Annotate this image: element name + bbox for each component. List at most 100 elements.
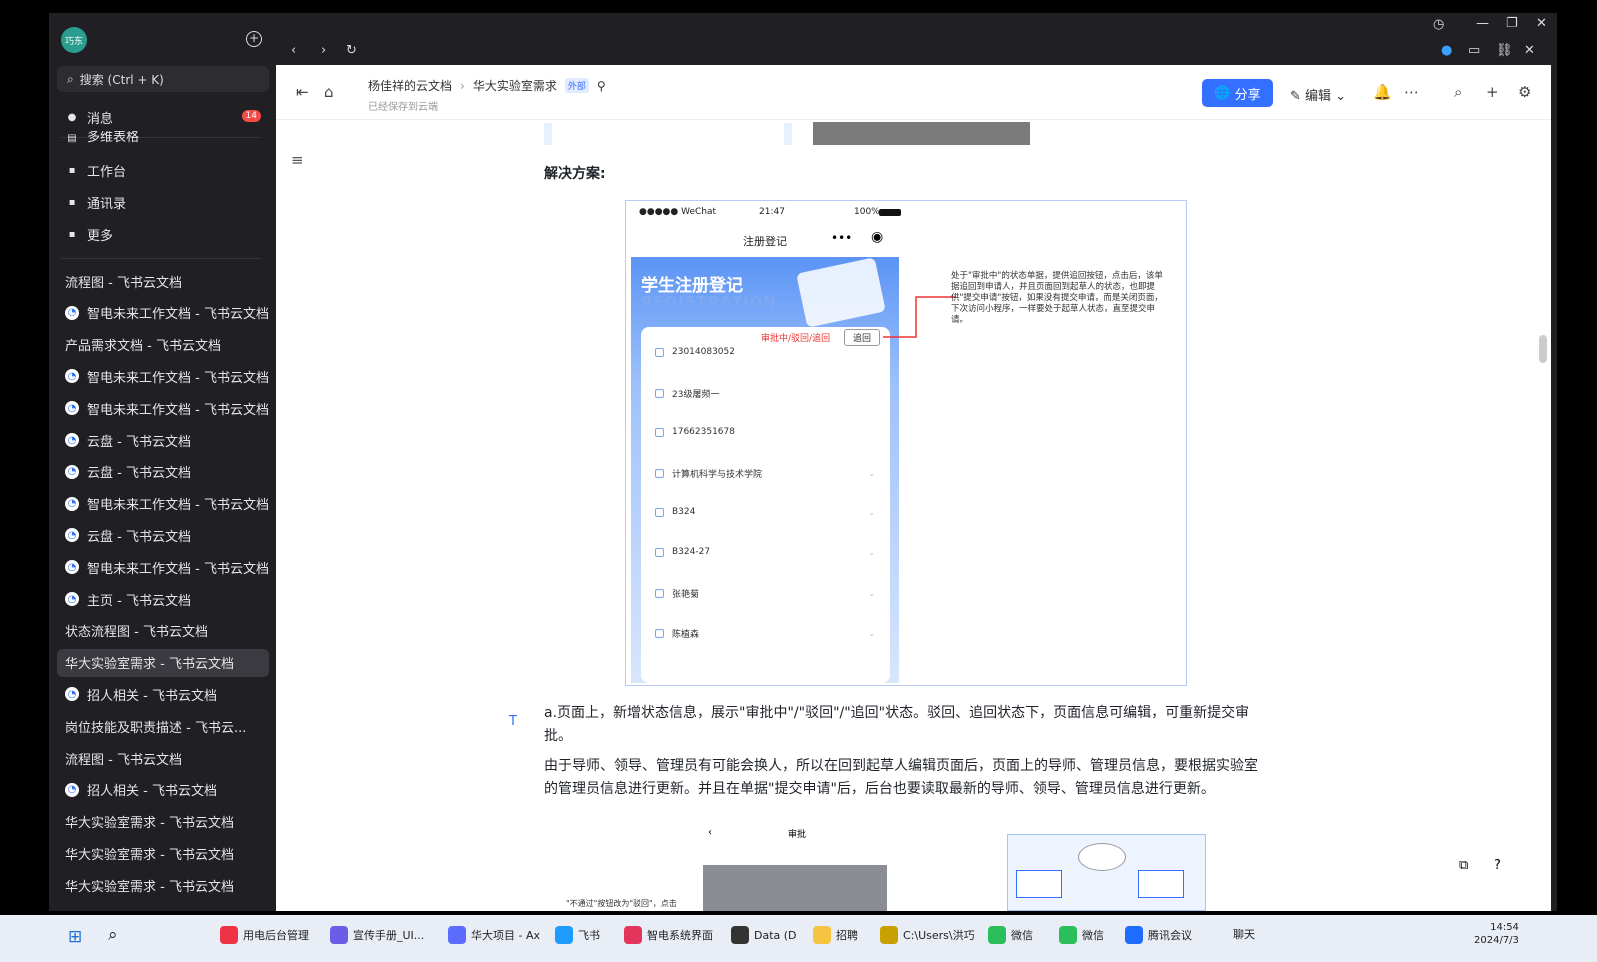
wiki-icon: ◔ — [65, 305, 79, 320]
pin-icon[interactable]: ⚲ — [597, 79, 606, 93]
taskbar-search-icon[interactable]: ⌕ — [108, 925, 118, 945]
taskbar-app[interactable]: 华大项目 - Ax — [448, 926, 540, 944]
link-icon[interactable]: ⛓ — [1496, 43, 1513, 58]
app-icon — [330, 926, 348, 944]
scrollbar[interactable] — [1539, 335, 1547, 363]
sidebar-item-doc[interactable]: ≡华大实验室需求 - 飞书云文档 — [57, 808, 269, 836]
toggle-sidebar-icon[interactable]: ⇤ — [296, 83, 309, 101]
more-icon[interactable]: ⋯ — [1404, 83, 1419, 101]
wiki-icon: ◔ — [65, 592, 79, 606]
settings-icon[interactable]: ⚙ — [1518, 83, 1531, 101]
windows-start-icon[interactable]: ⊞ — [68, 927, 82, 947]
sidebar-item-nav[interactable]: ▪ 工作台 — [57, 156, 269, 184]
edit-button[interactable]: ✎ 编辑 ⌄ — [1290, 85, 1346, 104]
sidebar-item-messages[interactable]: ● 消息 14 — [57, 103, 269, 131]
sidebar-item-doc[interactable]: ◔ 智电未来工作文档 - 飞书云文档 — [57, 490, 269, 518]
sidebar-item-doc[interactable]: ≡岗位技能及职责描述 - 飞书云... — [57, 712, 269, 740]
minimize-icon[interactable]: — — [1476, 16, 1489, 31]
back-icon[interactable]: ‹ — [291, 43, 296, 58]
sidebar-item-nav[interactable]: ▪ 更多 — [57, 220, 269, 248]
sidebar-item-doc[interactable]: ◔ 智电未来工作文档 - 飞书云文档 — [57, 553, 269, 581]
avatar[interactable]: 巧东 — [61, 27, 87, 53]
taskbar-app[interactable]: Data (D — [731, 926, 797, 944]
sidebar-item-doc[interactable]: ◔ 招人相关 - 飞书云文档 — [57, 776, 269, 804]
save-status: 已经保存到云端 — [368, 102, 438, 113]
restore-icon[interactable]: ❐ — [1506, 16, 1518, 31]
app-window: 巧东 + ⌕ 搜索 (Ctrl + K) ● 消息 14 ▤ 多维表格 ▪ 工作台 ▪ 通讯录… — [49, 13, 1557, 911]
chevron-down-icon: ⌄ — [868, 507, 875, 517]
taskbar-app[interactable]: 飞书 — [555, 926, 600, 944]
embedded-image[interactable]: ●●●●● WeChat 21:47 100% 注册登记 ••• ◉ 学生注册登… — [625, 200, 1187, 686]
sidebar-item-doc[interactable]: ◔ 招人相关 - 飞书云文档 — [57, 680, 269, 708]
taskbar-app[interactable]: 腾讯会议 — [1125, 926, 1192, 944]
app-icon — [1125, 926, 1143, 944]
taskbar-app[interactable]: 招聘 — [813, 926, 858, 944]
close-tab-icon[interactable]: ✕ — [1524, 43, 1535, 58]
sidebar-item-label: 智电未来工作文档 - 飞书云文档 — [87, 561, 269, 577]
form-row-value: B324-27 — [672, 547, 711, 557]
field-icon — [655, 427, 664, 437]
sidebar-item-doc[interactable]: ≡流程图 - 飞书云文档 — [57, 267, 269, 295]
sidebar-item-doc[interactable]: ≡产品需求文档 - 飞书云文档 — [57, 331, 269, 359]
chat-tray[interactable]: 聊天 — [1233, 926, 1255, 942]
sidebar-item-doc[interactable]: ◔ 云盘 - 飞书云文档 — [57, 426, 269, 454]
help-icon[interactable]: ? — [1494, 858, 1501, 873]
sidebar-item-doc[interactable]: ◔ 智电未来工作文档 - 飞书云文档 — [57, 362, 269, 390]
text-block-icon[interactable]: T — [509, 714, 517, 729]
banner-subtitle: REGISTRATION — [641, 293, 777, 311]
taskbar-app[interactable]: C:\Users\洪巧 — [880, 926, 975, 944]
solution-heading: 解决方案: — [544, 166, 606, 182]
taskbar-app[interactable]: 用电后台管理 — [220, 926, 309, 944]
forward-icon[interactable]: › — [321, 43, 326, 58]
search-doc-icon[interactable]: ⌕ — [1454, 83, 1462, 101]
sidebar-item-label: 华大实验室需求 - 飞书云文档 — [65, 657, 234, 673]
close-icon[interactable]: ✕ — [1536, 16, 1547, 31]
sidebar-item-doc[interactable]: ≡状态流程图 - 飞书云文档 — [57, 617, 269, 645]
taskbar-app[interactable]: 微信 — [988, 926, 1033, 944]
sidebar-item-label: 智电未来工作文档 - 飞书云文档 — [87, 370, 269, 386]
refresh-icon[interactable]: ↻ — [346, 43, 357, 58]
sidebar-item-doc[interactable]: ◔ 云盘 - 飞书云文档 — [57, 458, 269, 486]
breadcrumb: 杨佳祥的云文档 › 华大实验室需求 外部 ⚲ — [368, 77, 606, 94]
sidebar-item-doc[interactable]: ≡华大实验室需求 - 飞书云文档 — [57, 648, 269, 677]
sidebar-item-partial[interactable]: ▤ 多维表格 — [57, 131, 269, 145]
search-input[interactable]: ⌕ 搜索 (Ctrl + K) — [57, 66, 269, 92]
globe-icon: 🌐 — [1214, 85, 1231, 101]
history-icon[interactable]: ◷ — [1433, 17, 1444, 32]
sidebar-item-doc[interactable]: ≡流程图 - 飞书云文档 — [57, 744, 269, 772]
sidebar-item-doc[interactable]: ◔ 智电未来工作文档 - 飞书云文档 — [57, 394, 269, 422]
form-row: 17662351678 — [655, 427, 875, 437]
sidebar-item-doc[interactable]: ◔ 智电未来工作文档 - 飞书云文档 — [57, 299, 269, 327]
sidebar-item-doc[interactable]: ◔ 主页 - 飞书云文档 — [57, 585, 269, 613]
flow-node — [1138, 870, 1184, 898]
chevron-down-icon: ⌄ — [868, 469, 875, 478]
form-row-value: 23014083052 — [672, 347, 735, 357]
share-button[interactable]: 🌐 分享 — [1202, 79, 1273, 107]
sidebar-item-nav[interactable]: ▪ 通讯录 — [57, 188, 269, 216]
sidebar-item-label: 工作台 — [87, 164, 127, 180]
window-icon[interactable]: ▭ — [1468, 43, 1480, 58]
bell-icon[interactable]: 🔔 — [1373, 83, 1392, 101]
taskbar-app[interactable]: 宣传手册_UI... — [330, 926, 424, 944]
breadcrumb-root[interactable]: 杨佳祥的云文档 — [368, 77, 452, 94]
sidebar-item-doc[interactable]: ◔ 云盘 - 飞书云文档 — [57, 521, 269, 549]
taskbar-app[interactable]: 智电系统界面 — [624, 926, 713, 944]
taskbar-app-label: 腾讯会议 — [1148, 929, 1192, 942]
taskbar-app[interactable]: 微信 — [1059, 926, 1104, 944]
paragraph-a: a.页面上，新增状态信息，展示"审批中"/"驳回"/"追回"状态。驳回、追回状态… — [544, 705, 1250, 744]
sidebar-item-doc[interactable]: ≡华大实验室需求 - 飞书云文档 — [57, 839, 269, 867]
create-icon[interactable]: + — [246, 31, 262, 47]
sidebar-item-doc[interactable]: ≡华大实验室需求 - 飞书云文档 — [57, 871, 269, 899]
wiki-icon: ◔ — [65, 782, 79, 797]
dots-icon: ••• — [831, 231, 853, 245]
field-icon — [655, 547, 664, 557]
carrier: ●●●●● WeChat — [639, 207, 717, 217]
assistant-icon[interactable]: ● — [1441, 43, 1452, 58]
form-row: 陈植森 ⌄ — [655, 627, 875, 640]
taskbar-app-label: Data (D — [754, 928, 797, 942]
copy-icon[interactable]: ⧉ — [1459, 858, 1468, 873]
add-icon[interactable]: + — [1486, 83, 1499, 101]
unread-badge: 14 — [241, 110, 261, 122]
home-icon[interactable]: ⌂ — [324, 83, 334, 101]
outline-icon[interactable]: ≡ — [291, 151, 304, 169]
